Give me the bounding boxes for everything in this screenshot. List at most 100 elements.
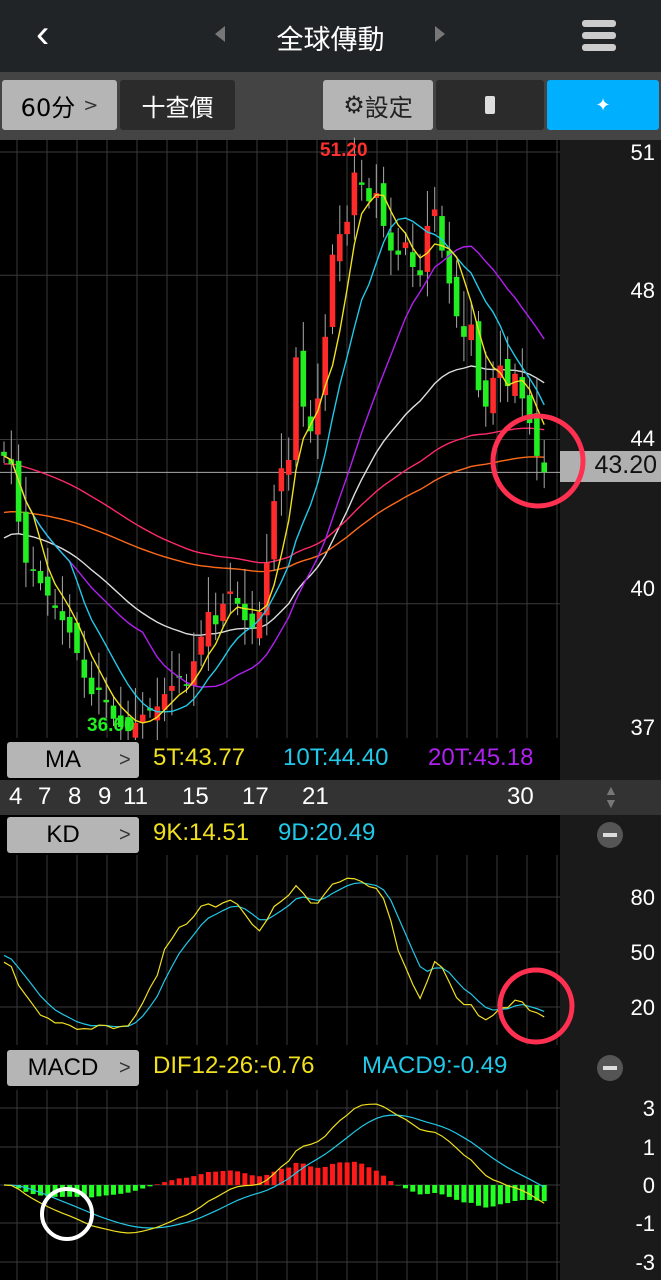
candle-body [344, 221, 350, 235]
candle-body [468, 324, 474, 341]
k-value: 9K:14.51 [153, 819, 250, 846]
macd-histogram-bar [483, 1185, 489, 1208]
candle-body [198, 636, 204, 655]
macd-histogram-bar [403, 1185, 408, 1189]
macd-histogram-bar [322, 1166, 328, 1185]
macd-label: MACD [27, 1054, 99, 1081]
candle-body [417, 270, 423, 276]
candle-body [285, 460, 292, 475]
kd-row: KD > 9K:14.51 9D:20.49 [0, 815, 560, 855]
candle-body [337, 234, 343, 262]
candle-body [59, 611, 66, 621]
macd-histogram-bar [344, 1162, 350, 1185]
dif-value: DIF12-26:-0.76 [153, 1052, 315, 1079]
macd-histogram-bar [132, 1185, 138, 1191]
candle-body [358, 182, 365, 185]
low-price-label: 36.60 [87, 715, 135, 736]
date-label: 21 [302, 783, 329, 810]
candle-body [329, 254, 336, 327]
candle-body [205, 611, 212, 647]
macd-indicator-button[interactable]: MACD > [7, 1050, 139, 1086]
date-label: 8 [68, 783, 82, 810]
macd-histogram-bar [176, 1178, 182, 1185]
macd-histogram-bar [227, 1170, 233, 1185]
macd-histogram-bar [505, 1185, 511, 1204]
date-label: 17 [242, 783, 269, 810]
macd-histogram-bar [198, 1174, 204, 1185]
macd9-line [3, 1114, 545, 1229]
candle-body [169, 685, 175, 691]
macd-histogram-bar [125, 1185, 131, 1193]
macd-histogram-bar [96, 1185, 102, 1197]
macd-histogram-bar [89, 1185, 95, 1198]
candle-body [293, 357, 299, 461]
candle-body [66, 616, 73, 633]
remove-macd-button[interactable] [597, 1055, 623, 1081]
chevron-right-icon: > [119, 823, 131, 846]
macd-histogram-bar [213, 1171, 219, 1185]
macd-histogram-bar [461, 1185, 467, 1203]
candle-body [15, 460, 22, 522]
ma5-value: 5T:43.77 [153, 744, 246, 771]
ma20-value: 20T:45.18 [428, 744, 534, 771]
date-label: 11 [123, 783, 148, 810]
candle-body [30, 569, 36, 571]
ma-row: MA > 5T:43.77 10T:44.40 20T:45.18 [0, 740, 560, 780]
macd-histogram-bar [527, 1185, 533, 1200]
macd-histogram-bar [118, 1185, 124, 1194]
candle-body [541, 462, 547, 473]
candle-body [96, 687, 102, 691]
candle-body [410, 252, 416, 267]
resize-handle-icon[interactable]: ▲ ▼ [604, 783, 618, 810]
macd-histogram-bar [154, 1184, 160, 1185]
ma-label: MA [45, 746, 81, 773]
macd-histogram-bar [242, 1173, 248, 1185]
candle-body [512, 373, 518, 396]
macd-histogram-bar [366, 1167, 372, 1185]
candle-body [278, 468, 285, 492]
macd-histogram-bar [476, 1185, 481, 1206]
macd-histogram-bar [147, 1185, 153, 1187]
candle-body [52, 605, 58, 608]
macd-histogram-bar [424, 1185, 430, 1194]
candle-body [81, 659, 88, 678]
d-value: 9D:20.49 [278, 819, 376, 846]
ma-indicator-button[interactable]: MA > [7, 742, 139, 778]
date-label: 4 [9, 783, 23, 810]
macd-histogram-bar [286, 1167, 292, 1185]
macd-histogram-bar [308, 1166, 314, 1185]
remove-kd-button[interactable] [597, 822, 623, 848]
macd-histogram-bar [454, 1185, 460, 1200]
candle-body [351, 172, 358, 216]
date-axis: 4 7 8 9 11 15 17 21 30 ▲ ▼ [0, 780, 661, 815]
macd-histogram-bar [497, 1185, 503, 1205]
macd-histogram-bar [541, 1185, 547, 1202]
macd-histogram-bar [111, 1185, 116, 1195]
kd-indicator-button[interactable]: KD > [7, 817, 139, 853]
macd-histogram-bar [330, 1163, 335, 1185]
macd-histogram-bar [169, 1180, 175, 1185]
date-label: 7 [38, 783, 52, 810]
macd-histogram-bar [417, 1185, 423, 1195]
candle-body [388, 232, 394, 251]
dif-line [3, 1103, 545, 1234]
candle-body [534, 413, 540, 456]
date-label: 15 [182, 783, 209, 810]
macd-histogram-bar [381, 1175, 387, 1185]
high-price-label: 51.20 [320, 140, 368, 161]
candle-body [220, 603, 226, 622]
macd-histogram-bar [359, 1163, 365, 1185]
candle-body [234, 598, 241, 604]
d-line [3, 882, 545, 1028]
macd-histogram-bar [432, 1185, 438, 1193]
annotation-circle [497, 967, 575, 1045]
candle-body [395, 250, 401, 255]
candle-body [431, 209, 438, 217]
stock-chart[interactable] [0, 0, 661, 1280]
candle-body [212, 615, 219, 625]
macd-row: MACD > DIF12-26:-0.76 MACD9:-0.49 [0, 1048, 560, 1088]
chevron-right-icon: > [119, 1056, 131, 1079]
macd-histogram-bar [220, 1170, 226, 1185]
annotation-circle [40, 1187, 94, 1241]
candle-body [183, 684, 190, 686]
